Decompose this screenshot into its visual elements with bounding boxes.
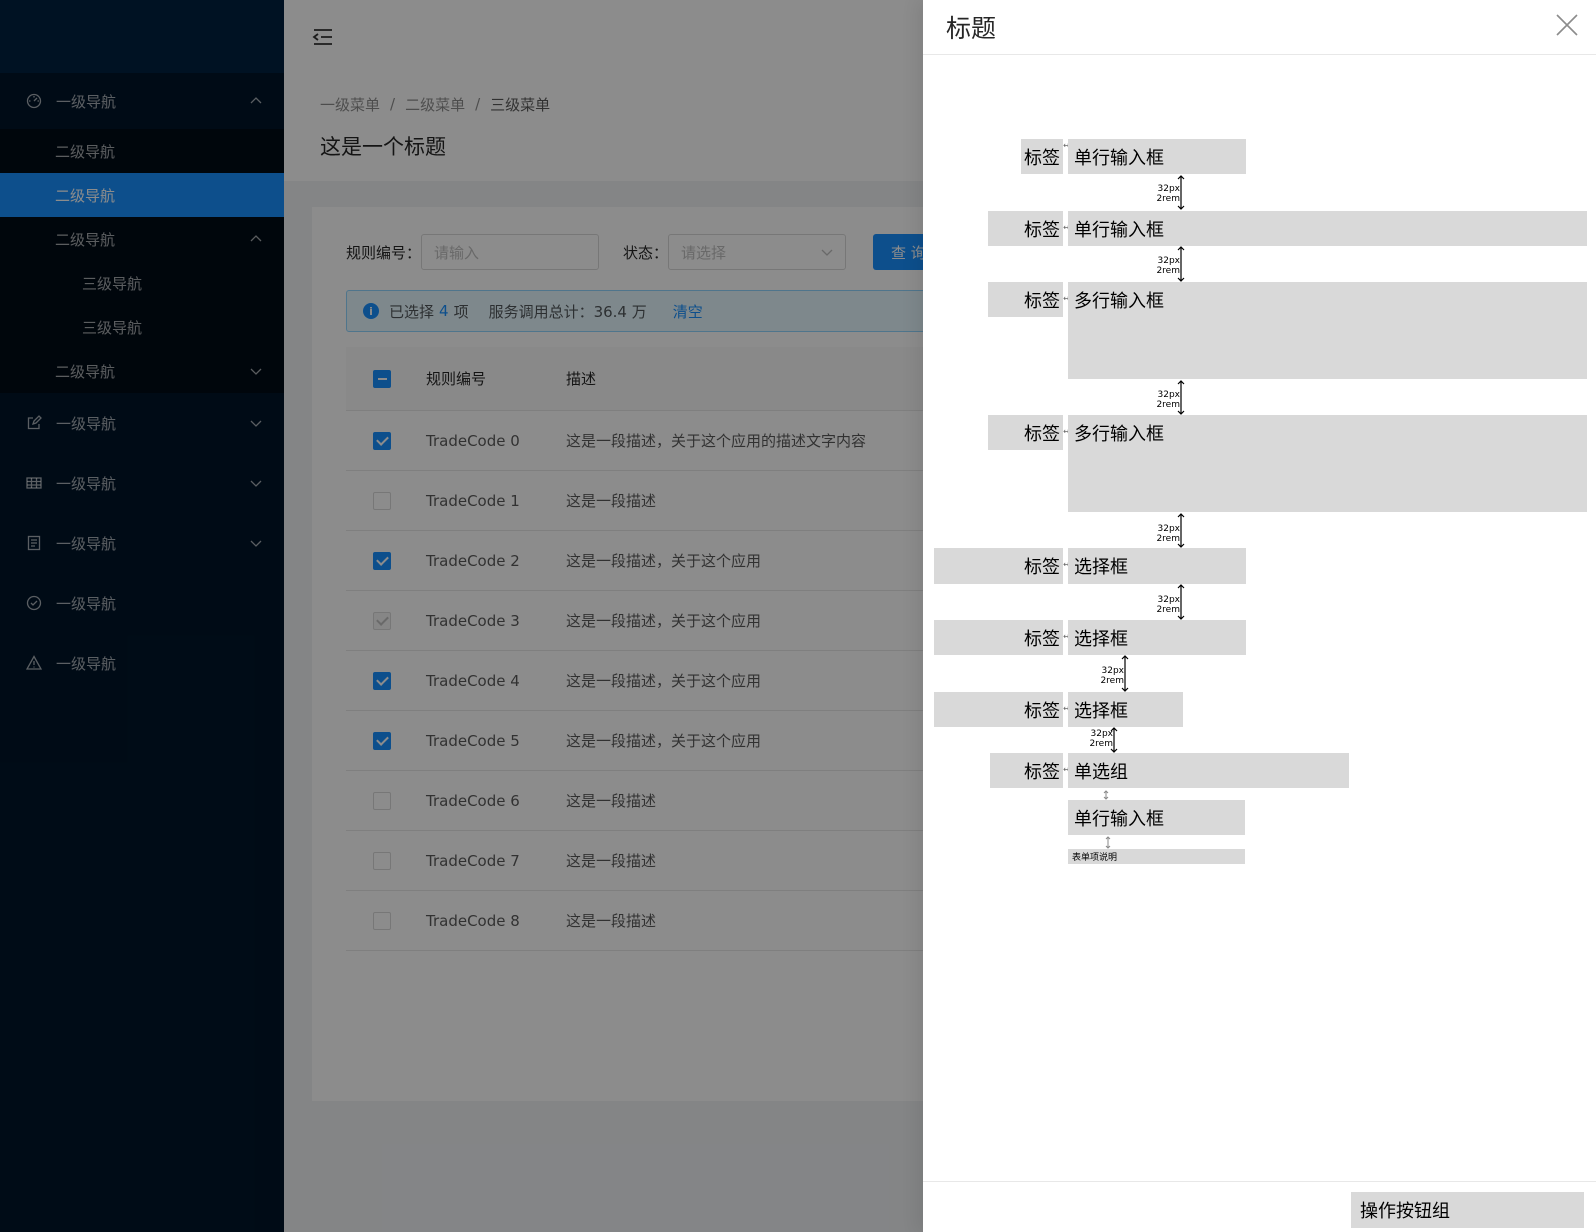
form-label: 标签 [988,415,1063,450]
multi-input-placeholder[interactable]: 多行输入框 [1068,282,1587,379]
multi-input-placeholder[interactable]: 多行输入框 [1068,415,1587,512]
vertical-gap-arrow-icon [1177,513,1185,548]
form-label: 标签 [990,753,1063,788]
select-placeholder[interactable]: 选择框 [1068,548,1246,584]
single-input-placeholder[interactable]: 单行输入框 [1068,800,1245,835]
single-input-placeholder[interactable]: 单行输入框 [1068,211,1587,246]
select-placeholder[interactable]: 选择框 [1068,692,1183,727]
action-button-group[interactable]: 操作按钮组 [1351,1192,1584,1228]
drawer-title: 标题 [946,14,997,43]
vertical-gap-arrow-icon [1177,584,1185,620]
form-help-text: 表单项说明 [1068,849,1245,864]
vertical-gap-arrow-icon [1110,727,1118,753]
small-gap-arrow-icon [1103,790,1109,800]
vertical-gap-arrow-icon [1177,175,1185,210]
form-label: 标签 [934,620,1063,655]
vertical-gap-arrow-icon [1177,380,1185,415]
drawer: 标题 标签 ↔ 单行输入框 32px 2rem 标签 ↔ 单行输入框 32px 2r… [923,0,1596,1232]
form-label: 标签 [934,692,1063,727]
vertical-gap-arrow-icon [1177,246,1185,282]
radio-group-placeholder[interactable]: 单选组 [1068,753,1349,788]
close-icon[interactable] [1554,12,1580,38]
drawer-footer: 操作按钮组 [923,1181,1596,1232]
vertical-gap-arrow-icon [1121,655,1129,692]
select-placeholder[interactable]: 选择框 [1068,620,1246,655]
small-gap-arrow-icon [1105,836,1111,849]
single-input-placeholder[interactable]: 单行输入框 [1068,139,1246,174]
form-label: 标签 [1021,139,1063,174]
form-label: 标签 [988,211,1063,246]
drawer-header: 标题 [923,0,1596,55]
form-label: 标签 [934,548,1063,584]
form-label: 标签 [988,282,1063,317]
